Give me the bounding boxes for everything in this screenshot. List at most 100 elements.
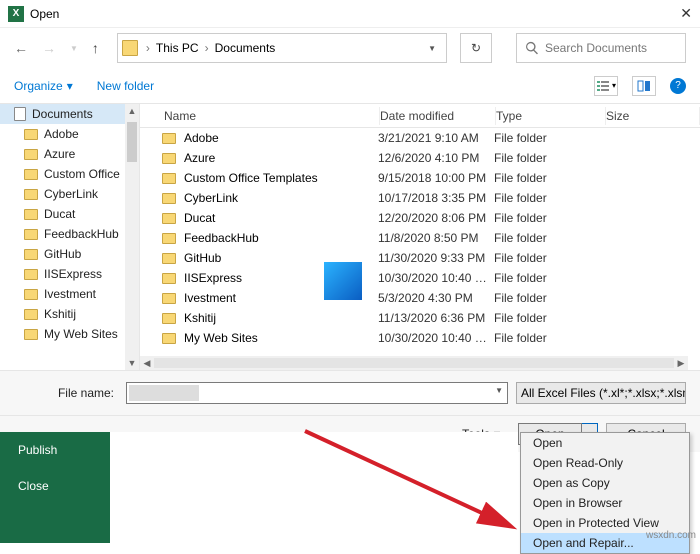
col-type[interactable]: Type (496, 107, 606, 125)
breadcrumb-sep: › (203, 41, 211, 55)
folder-icon (24, 129, 38, 140)
tree-item[interactable]: My Web Sites (0, 324, 139, 344)
file-row[interactable]: Custom Office Templates9/15/2018 10:00 P… (140, 168, 700, 188)
col-size[interactable]: Size (606, 107, 700, 125)
up-button[interactable]: ↑ (92, 40, 99, 56)
file-date: 11/30/2020 9:33 PM (378, 251, 494, 265)
close-icon[interactable]: ✕ (680, 5, 692, 22)
folder-icon (162, 173, 176, 184)
breadcrumb[interactable]: This PC (152, 41, 203, 55)
filename-input[interactable]: ▼ (126, 382, 508, 404)
scroll-up-icon[interactable]: ▲ (125, 104, 139, 118)
tree-item[interactable]: Kshitij (0, 304, 139, 324)
folder-icon (24, 269, 38, 280)
back-button[interactable]: ← (14, 40, 28, 56)
file-type: File folder (494, 171, 604, 185)
folder-icon (162, 313, 176, 324)
file-row[interactable]: CyberLink10/17/2018 3:35 PMFile folder (140, 188, 700, 208)
forward-button[interactable]: → (42, 40, 56, 56)
filename-row: File name: ▼ All Excel Files (*.xl*;*.xl… (0, 370, 700, 416)
tree-label: Documents (32, 107, 93, 121)
recent-dropdown-icon[interactable]: ▼ (70, 44, 78, 53)
file-date: 10/30/2020 10:40 … (378, 271, 494, 285)
folder-icon (162, 333, 176, 344)
file-row[interactable]: GitHub11/30/2020 9:33 PMFile folder (140, 248, 700, 268)
search-input[interactable]: Search Documents (516, 33, 686, 63)
tree-scrollbar[interactable]: ▲ ▼ (125, 104, 139, 370)
refresh-button[interactable]: ↻ (460, 33, 492, 63)
file-row[interactable]: My Web Sites10/30/2020 10:40 …File folde… (140, 328, 700, 348)
tree-item[interactable]: Custom Office (0, 164, 139, 184)
tree-item[interactable]: IISExpress (0, 264, 139, 284)
file-type-filter[interactable]: All Excel Files (*.xl*;*.xlsx;*.xlsm; ▼ (516, 382, 686, 404)
chevron-down-icon: ▾ (612, 81, 616, 90)
tree-label: CyberLink (44, 187, 98, 201)
organize-label: Organize (14, 79, 63, 93)
tree-label: Ducat (44, 207, 75, 221)
open-menu-item[interactable]: Open in Browser (521, 493, 689, 513)
tree-item[interactable]: Ivestment (0, 284, 139, 304)
file-row[interactable]: Ducat12/20/2020 8:06 PMFile folder (140, 208, 700, 228)
file-date: 11/13/2020 6:36 PM (378, 311, 494, 325)
tree-item[interactable]: Azure (0, 144, 139, 164)
file-row[interactable]: Azure12/6/2020 4:10 PMFile folder (140, 148, 700, 168)
tree-item[interactable]: FeedbackHub (0, 224, 139, 244)
file-type: File folder (494, 311, 604, 325)
scroll-right-icon[interactable]: ▶ (674, 358, 688, 369)
scroll-thumb[interactable] (127, 122, 137, 162)
tree-item[interactable]: CyberLink (0, 184, 139, 204)
folder-icon (162, 273, 176, 284)
file-row[interactable]: Ivestment5/3/2020 4:30 PMFile folder (140, 288, 700, 308)
help-button[interactable]: ? (670, 78, 686, 94)
file-hscrollbar[interactable]: ◀ ▶ (140, 356, 688, 370)
address-dropdown-icon[interactable]: ▼ (428, 44, 442, 53)
tree-label: Custom Office (44, 167, 120, 181)
tree-item[interactable]: Ducat (0, 204, 139, 224)
file-type: File folder (494, 131, 604, 145)
chevron-down-icon: ▾ (67, 79, 73, 93)
backstage-close[interactable]: Close (0, 468, 110, 504)
folder-icon (162, 253, 176, 264)
scroll-left-icon[interactable]: ◀ (140, 358, 154, 369)
open-menu-item[interactable]: Open (521, 433, 689, 453)
tree-label: Ivestment (44, 287, 96, 301)
excel-icon: X (8, 6, 24, 22)
col-name[interactable]: Name (140, 107, 380, 125)
file-name: Adobe (184, 131, 378, 145)
open-menu-item[interactable]: Open as Copy (521, 473, 689, 493)
file-type: File folder (494, 251, 604, 265)
scroll-down-icon[interactable]: ▼ (125, 356, 139, 370)
tree-item[interactable]: Adobe (0, 124, 139, 144)
preview-icon (637, 80, 651, 92)
file-row[interactable]: Adobe3/21/2021 9:10 AMFile folder (140, 128, 700, 148)
file-row[interactable]: IISExpress10/30/2020 10:40 …File folder (140, 268, 700, 288)
tree-item[interactable]: GitHub (0, 244, 139, 264)
backstage-publish[interactable]: Publish (0, 432, 110, 468)
file-row[interactable]: FeedbackHub11/8/2020 8:50 PMFile folder (140, 228, 700, 248)
list-icon (596, 80, 610, 92)
chevron-down-icon[interactable]: ▼ (495, 386, 503, 395)
file-type: File folder (494, 331, 604, 345)
tree-root-documents[interactable]: Documents (0, 104, 139, 124)
file-name: Ducat (184, 211, 378, 225)
folder-icon (24, 149, 38, 160)
col-date[interactable]: Date modified (380, 107, 496, 125)
breadcrumb[interactable]: Documents (211, 41, 280, 55)
file-type: File folder (494, 191, 604, 205)
main-area: Documents AdobeAzureCustom OfficeCyberLi… (0, 104, 700, 370)
file-row[interactable]: Kshitij11/13/2020 6:36 PMFile folder (140, 308, 700, 328)
preview-pane-button[interactable] (632, 76, 656, 96)
new-folder-button[interactable]: New folder (97, 79, 154, 93)
file-type: File folder (494, 291, 604, 305)
watermark: wsxdn.com (646, 530, 696, 541)
folder-tree: Documents AdobeAzure Custom Office CyberLi… (0, 104, 140, 370)
organize-button[interactable]: Organize ▾ (14, 79, 73, 93)
file-date: 12/6/2020 4:10 PM (378, 151, 494, 165)
filename-value (129, 385, 199, 401)
scroll-track[interactable] (154, 358, 674, 368)
address-bar[interactable]: › This PC › Documents ▼ (117, 33, 447, 63)
view-mode-button[interactable]: ▾ (594, 76, 618, 96)
open-menu-item[interactable]: Open Read-Only (521, 453, 689, 473)
folder-icon (162, 153, 176, 164)
filter-label: All Excel Files (*.xl*;*.xlsx;*.xlsm; (521, 386, 686, 400)
